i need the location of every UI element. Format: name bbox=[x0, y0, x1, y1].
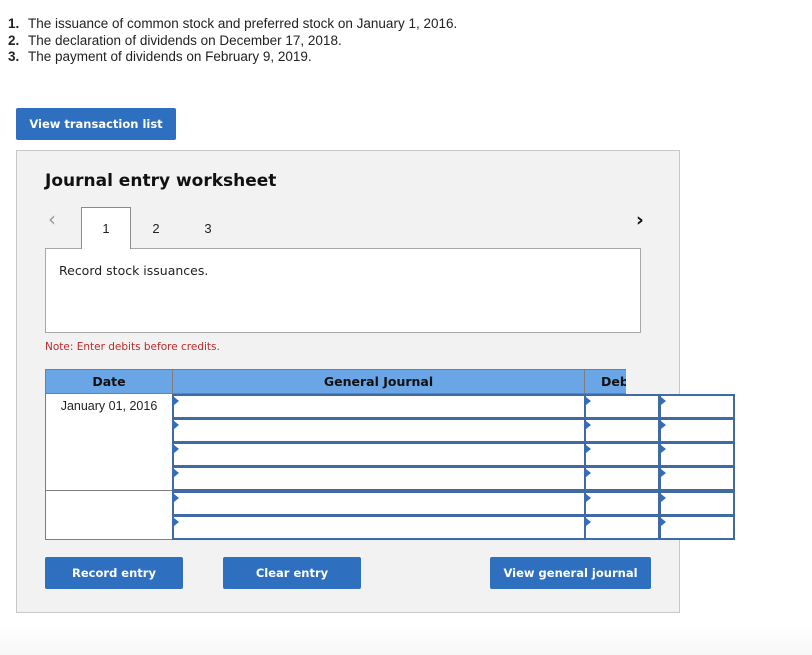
header-date: Date bbox=[45, 369, 173, 394]
date-cell[interactable] bbox=[45, 515, 173, 540]
tab-2[interactable]: 2 bbox=[131, 207, 181, 249]
worksheet-title: Journal entry worksheet bbox=[45, 171, 277, 191]
date-cell[interactable] bbox=[45, 442, 173, 467]
instruction-box bbox=[45, 248, 641, 333]
credit-input[interactable] bbox=[659, 491, 735, 516]
account-input[interactable] bbox=[172, 466, 586, 491]
account-input[interactable] bbox=[172, 442, 586, 467]
date-cell[interactable] bbox=[45, 418, 173, 443]
bottom-fade bbox=[0, 625, 812, 655]
debit-input[interactable] bbox=[584, 394, 660, 419]
table-header: Date General Journal Debit bbox=[45, 369, 626, 395]
table-row bbox=[45, 442, 735, 467]
credit-input[interactable] bbox=[659, 394, 735, 419]
header-debit: Debit bbox=[584, 369, 626, 394]
view-transaction-list-button[interactable]: View transaction list bbox=[16, 108, 176, 140]
table-row bbox=[45, 418, 735, 443]
record-entry-button[interactable]: Record entry bbox=[45, 557, 183, 589]
account-input[interactable] bbox=[172, 491, 586, 516]
clear-entry-button[interactable]: Clear entry bbox=[223, 557, 361, 589]
view-general-journal-button[interactable]: View general journal bbox=[490, 557, 651, 589]
item-text: The issuance of common stock and preferr… bbox=[28, 16, 458, 31]
transaction-item: 1. The issuance of common stock and prefe… bbox=[8, 16, 457, 33]
debit-input[interactable] bbox=[584, 515, 660, 540]
debit-input[interactable] bbox=[584, 466, 660, 491]
chevron-right-icon[interactable]: › bbox=[636, 210, 644, 230]
table-row bbox=[45, 491, 735, 516]
debit-input[interactable] bbox=[584, 442, 660, 467]
item-text: The declaration of dividends on December… bbox=[28, 32, 342, 48]
instruction-text: Record stock issuances. bbox=[59, 263, 209, 278]
debit-credit-note: Note: Enter debits before credits. bbox=[45, 341, 220, 353]
item-text: The payment of dividends on February 9, … bbox=[28, 49, 312, 64]
transaction-list: 1. The issuance of common stock and prefe… bbox=[8, 16, 457, 66]
transaction-item: 3. The payment of dividends on February 9… bbox=[8, 49, 457, 66]
credit-input[interactable] bbox=[659, 418, 735, 443]
debit-input[interactable] bbox=[584, 418, 660, 443]
tab-1[interactable]: 1 bbox=[81, 207, 131, 249]
item-number: 3. bbox=[8, 49, 20, 64]
credit-input[interactable] bbox=[659, 515, 735, 540]
credit-input[interactable] bbox=[659, 442, 735, 467]
header-general-journal: General Journal bbox=[172, 369, 585, 394]
date-cell[interactable] bbox=[45, 466, 173, 491]
table-row bbox=[45, 466, 735, 491]
date-cell: January 01, 2016 bbox=[45, 394, 173, 419]
debit-input[interactable] bbox=[584, 491, 660, 516]
account-input[interactable] bbox=[172, 418, 586, 443]
tab-3[interactable]: 3 bbox=[183, 207, 233, 249]
item-number: 1. bbox=[8, 16, 20, 31]
credit-input[interactable] bbox=[659, 466, 735, 491]
account-input[interactable] bbox=[172, 394, 586, 419]
chevron-left-icon[interactable]: ‹ bbox=[48, 209, 56, 229]
transaction-item: 2. The declaration of dividends on Decemb… bbox=[8, 33, 457, 50]
table-row bbox=[45, 515, 735, 540]
table-row: January 01, 2016 bbox=[45, 394, 735, 419]
account-input[interactable] bbox=[172, 515, 586, 540]
date-cell[interactable] bbox=[45, 491, 173, 516]
item-number: 2. bbox=[8, 32, 20, 48]
